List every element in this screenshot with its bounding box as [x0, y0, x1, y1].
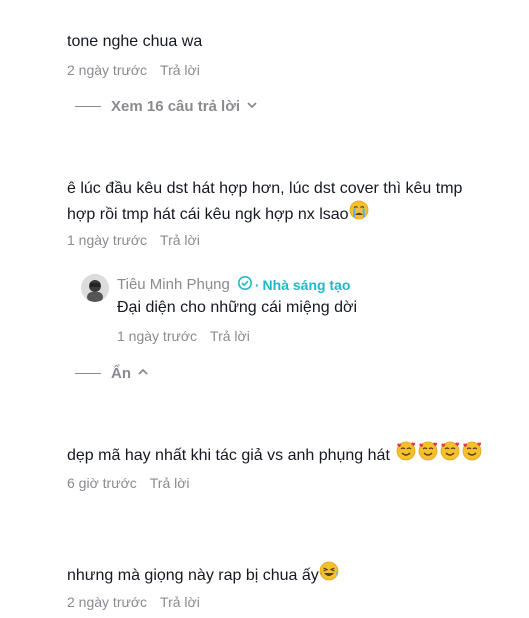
comment-timestamp: 2 ngày trước [67, 62, 148, 78]
avatar[interactable] [81, 274, 109, 302]
comment-meta: 1 ngày trước Trả lời [67, 232, 200, 248]
emoji-group [396, 441, 482, 470]
comment-text: ê lúc đầu kêu dst hát hợp hơn, lúc dst c… [67, 180, 463, 197]
chevron-down-icon [240, 98, 258, 115]
verified-check-icon [237, 276, 252, 293]
smiling-face-with-hearts-icon [440, 441, 460, 470]
reply-text: Đại diện cho những cái miệng dời [117, 299, 358, 316]
chevron-up-icon [131, 365, 149, 382]
divider-line [75, 373, 101, 374]
reply-button[interactable]: Trả lời [160, 594, 200, 610]
smiling-face-with-hearts-icon [418, 441, 438, 470]
comment-timestamp: 2 ngày trước [67, 594, 148, 610]
smiling-face-with-hearts-icon [462, 441, 482, 470]
reply-meta: 1 ngày trước Trả lời [117, 328, 250, 344]
creator-badge: · Nhà sáng tạo [237, 276, 351, 293]
reply-author-row: Tiêu Minh Phụng · Nhà sáng tạo [117, 276, 350, 293]
comment-text: dẹp mã hay nhất khi tác giả vs anh phụng… [67, 446, 390, 464]
comment-text-part: hợp rồi tmp hát cái kêu ngk hợp nx lsao [67, 205, 349, 223]
comment-timestamp: 6 giờ trước [67, 475, 137, 491]
reply-author-name[interactable]: Tiêu Minh Phụng [117, 276, 230, 293]
view-replies-label: Xem 16 câu trả lời [111, 98, 241, 115]
reply-button[interactable]: Trả lời [160, 232, 200, 248]
comment-text: nhưng mà giọng này rap bị chua ấy [67, 566, 319, 584]
comment-meta: 2 ngày trước Trả lời [67, 62, 200, 78]
creator-badge-label: Nhà sáng tạo [262, 276, 351, 293]
comment-meta: 2 ngày trước Trả lời [67, 594, 200, 610]
separator-dot: · [254, 276, 260, 293]
comment-timestamp: 1 ngày trước [67, 232, 148, 248]
hide-replies-button[interactable]: Ẩn [75, 365, 149, 382]
divider-line [75, 106, 101, 107]
laughing-face-icon [319, 561, 339, 590]
comment-text-line: hợp rồi tmp hát cái kêu ngk hợp nx lsao [67, 200, 369, 229]
reply-timestamp: 1 ngày trước [117, 328, 198, 344]
smiling-face-with-hearts-icon [396, 441, 416, 470]
comment-text: tone nghe chua wa [67, 33, 203, 50]
hide-replies-label: Ẩn [111, 365, 131, 382]
reply-button[interactable]: Trả lời [150, 475, 190, 491]
comment-meta: 6 giờ trước Trả lời [67, 475, 190, 491]
comment-text-line: dẹp mã hay nhất khi tác giả vs anh phụng… [67, 441, 482, 470]
comment-text-line: nhưng mà giọng này rap bị chua ấy [67, 561, 339, 590]
reply-button[interactable]: Trả lời [160, 62, 200, 78]
crying-face-icon [349, 200, 369, 229]
view-replies-button[interactable]: Xem 16 câu trả lời [75, 98, 258, 115]
reply-button[interactable]: Trả lời [210, 328, 250, 344]
